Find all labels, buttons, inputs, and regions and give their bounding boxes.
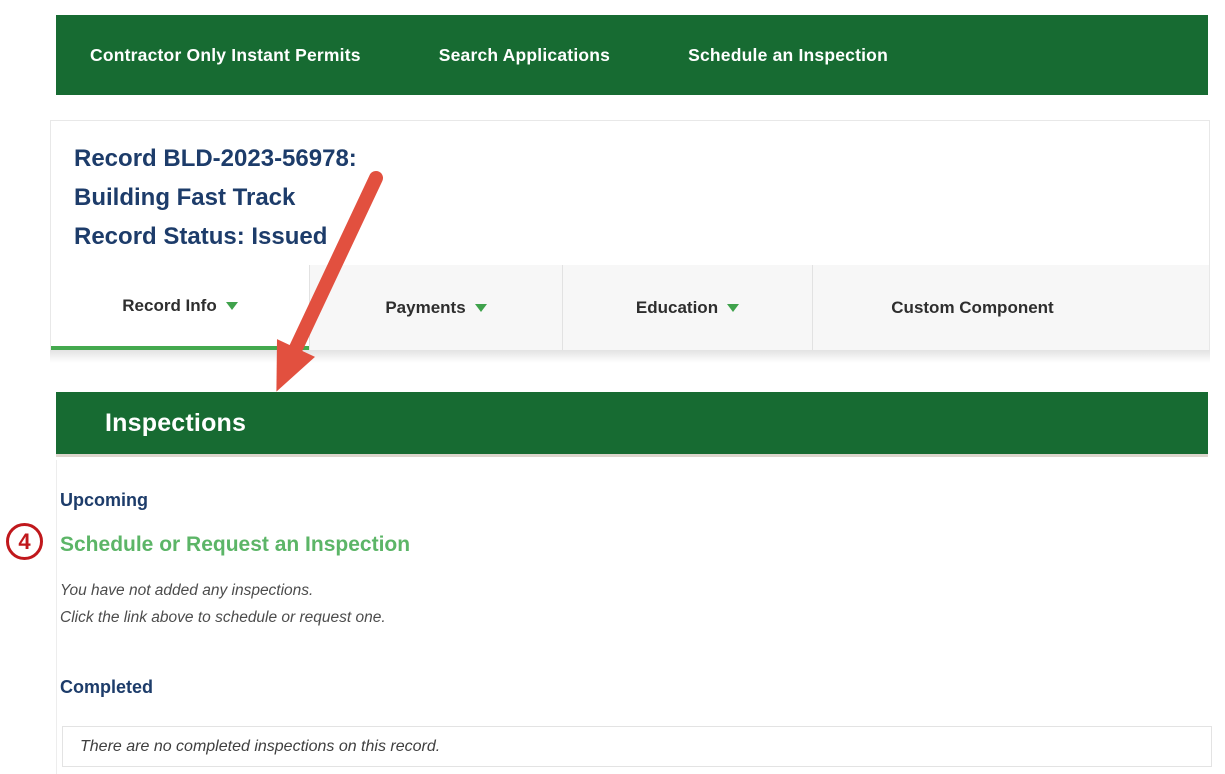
top-navigation-bar: Contractor Only Instant Permits Search A… xyxy=(56,15,1208,95)
schedule-or-request-inspection-link[interactable]: Schedule or Request an Inspection xyxy=(60,533,410,557)
tab-payments[interactable]: Payments xyxy=(309,265,562,350)
completed-empty-message: There are no completed inspections on th… xyxy=(80,738,440,756)
chevron-down-icon xyxy=(475,304,487,312)
upcoming-heading: Upcoming xyxy=(60,490,1208,511)
tab-custom-component-label: Custom Component xyxy=(891,298,1053,318)
tab-education[interactable]: Education xyxy=(562,265,812,350)
tab-education-label: Education xyxy=(636,298,718,318)
record-card: Record BLD-2023-56978: Building Fast Tra… xyxy=(50,120,1210,350)
upcoming-empty-line-2: Click the link above to schedule or requ… xyxy=(60,604,1208,631)
record-header: Record BLD-2023-56978: Building Fast Tra… xyxy=(51,121,1209,265)
record-tab-bar: Record Info Payments Education Custom Co… xyxy=(51,265,1209,350)
nav-item-contractor-only-instant-permits[interactable]: Contractor Only Instant Permits xyxy=(90,45,361,66)
completed-empty-box: There are no completed inspections on th… xyxy=(62,726,1212,767)
tab-record-info[interactable]: Record Info xyxy=(51,265,309,350)
inspections-content: Upcoming Schedule or Request an Inspecti… xyxy=(56,460,1208,774)
step-number-badge: 4 xyxy=(6,523,43,560)
completed-heading: Completed xyxy=(60,677,1208,698)
record-number-title: Record BLD-2023-56978: xyxy=(74,139,1209,178)
tab-custom-component[interactable]: Custom Component xyxy=(812,265,1132,350)
tab-bar-filler xyxy=(1132,265,1209,350)
record-status-title: Record Status: Issued xyxy=(74,217,1209,256)
inspections-section-title: Inspections xyxy=(105,409,246,438)
nav-item-search-applications[interactable]: Search Applications xyxy=(439,45,610,66)
tab-payments-label: Payments xyxy=(385,298,465,318)
chevron-down-icon xyxy=(727,304,739,312)
upcoming-empty-message: You have not added any inspections. Clic… xyxy=(60,577,1208,631)
upcoming-empty-line-1: You have not added any inspections. xyxy=(60,577,1208,604)
nav-item-schedule-an-inspection[interactable]: Schedule an Inspection xyxy=(688,45,888,66)
inspections-section-header: Inspections xyxy=(56,392,1208,457)
tab-record-info-label: Record Info xyxy=(122,296,216,316)
record-type-title: Building Fast Track xyxy=(74,178,1209,217)
chevron-down-icon xyxy=(226,302,238,310)
tab-bar-shadow xyxy=(50,350,1210,363)
